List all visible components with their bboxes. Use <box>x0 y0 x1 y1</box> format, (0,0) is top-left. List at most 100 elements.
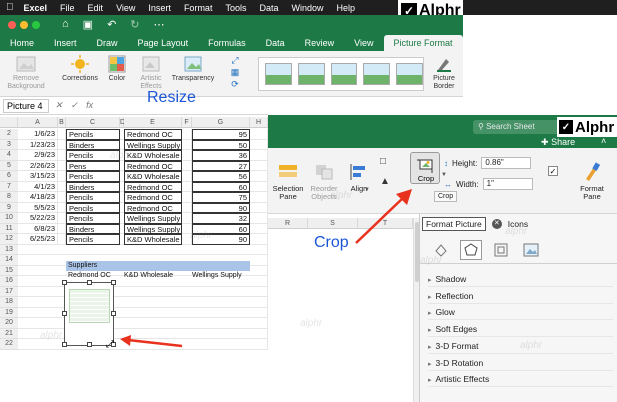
cell-h[interactable] <box>250 139 268 150</box>
cell-supplier[interactable]: Wellings Supply <box>124 139 182 150</box>
tab-formulas[interactable]: Formulas <box>198 38 256 51</box>
cell-item[interactable]: Pencils <box>66 192 120 203</box>
picture-style-2[interactable] <box>297 63 325 85</box>
row-number[interactable]: 2 <box>0 129 18 140</box>
cell-supplier[interactable]: Redmond OC <box>124 192 182 203</box>
cell-h[interactable] <box>250 192 268 203</box>
row-number[interactable]: 18 <box>0 297 18 308</box>
remove-background-button[interactable]: Remove Background <box>4 51 48 91</box>
tab-insert[interactable]: Insert <box>44 38 87 51</box>
cell-date[interactable]: 3/15/23 <box>18 171 58 182</box>
pane-section-shadow[interactable]: ▸ Shadow <box>428 271 613 287</box>
empty-row-cells[interactable] <box>18 318 268 329</box>
tab-home[interactable]: Home <box>0 38 44 51</box>
cell-date[interactable]: 4/1/23 <box>18 181 58 192</box>
cell-supplier[interactable]: Redmond OC <box>124 181 182 192</box>
cell-qty[interactable]: 60 <box>192 181 250 192</box>
cell-h[interactable] <box>250 181 268 192</box>
resize-handle-bottom-left[interactable] <box>62 342 67 347</box>
menu-insert[interactable]: Insert <box>148 3 171 13</box>
row-number[interactable]: 20 <box>0 318 18 329</box>
cell-f[interactable] <box>182 150 192 161</box>
cell-item[interactable]: Binders <box>66 139 120 150</box>
cell-b[interactable] <box>58 160 66 171</box>
tab-review[interactable]: Review <box>295 38 345 51</box>
format-pane-button[interactable]: Format Pane <box>572 162 612 201</box>
cell-f[interactable] <box>182 171 192 182</box>
tab-picture-format[interactable]: Picture Format <box>383 35 463 51</box>
cell-qty[interactable]: 27 <box>192 160 250 171</box>
cell-qty[interactable]: 56 <box>192 171 250 182</box>
cell-b[interactable] <box>58 234 66 245</box>
col-header-e[interactable]: E <box>124 117 182 128</box>
row-number[interactable]: 6 <box>0 171 18 182</box>
cell-qty[interactable]: 95 <box>192 129 250 140</box>
cell-b[interactable] <box>58 213 66 224</box>
col-header-f[interactable]: F <box>182 117 192 128</box>
picture-styles-gallery[interactable] <box>258 57 424 91</box>
cell-h[interactable] <box>250 213 268 224</box>
corrections-button[interactable]: Corrections <box>58 51 102 83</box>
col-header-c[interactable]: C <box>66 117 120 128</box>
minimize-window-button[interactable] <box>20 20 28 29</box>
cell-h[interactable] <box>250 150 268 161</box>
selection-pane-button[interactable]: Selection Pane <box>270 162 306 201</box>
left-spreadsheet-grid[interactable]: A B C D E F G H 2 1/6/23 Pencils Redmond OC… <box>0 117 268 402</box>
pane-section-artistic-effects[interactable]: ▸ Artistic Effects <box>428 371 613 388</box>
height-input[interactable]: 0.86" <box>481 157 532 169</box>
cell-supplier[interactable]: Redmond OC <box>124 160 182 171</box>
change-picture-icon[interactable]: ▦ <box>231 66 240 78</box>
cell-date[interactable]: 5/5/23 <box>18 202 58 213</box>
confirm-icon[interactable]: ✓ <box>71 100 79 111</box>
cell-h[interactable] <box>250 234 268 245</box>
row-number[interactable]: 8 <box>0 192 18 203</box>
cell-date[interactable]: 2/26/23 <box>18 160 58 171</box>
compress-icon[interactable]: ⤢ <box>231 54 238 66</box>
cell-qty[interactable]: 32 <box>192 213 250 224</box>
cell-item[interactable]: Pencils <box>66 171 120 182</box>
share-button[interactable]: ✚ Share <box>541 137 575 148</box>
picture-border-button[interactable]: Picture Border <box>428 51 460 91</box>
row-number[interactable]: 4 <box>0 150 18 161</box>
cell-item[interactable]: Pencils <box>66 129 120 140</box>
more-icon[interactable]: ⋯ <box>154 18 165 31</box>
cell-qty[interactable]: 90 <box>192 202 250 213</box>
menu-excel[interactable]: Excel <box>24 3 48 13</box>
ribbon-collapse-icon[interactable]: ˄ <box>601 136 606 146</box>
cell-f[interactable] <box>182 139 192 150</box>
menu-tools[interactable]: Tools <box>225 3 246 13</box>
row-number[interactable]: 13 <box>0 244 18 255</box>
undo-icon[interactable]: ↶ <box>107 18 116 31</box>
cell-supplier[interactable]: Redmond OC <box>124 129 182 140</box>
tab-format-picture[interactable]: Format Picture <box>422 217 486 231</box>
picture-style-4[interactable] <box>363 63 391 85</box>
cell-b[interactable] <box>58 139 66 150</box>
pane-section-reflection[interactable]: ▸ Reflection <box>428 288 613 304</box>
cell-item[interactable]: Binders <box>66 181 120 192</box>
save-icon[interactable]: ▣ <box>83 18 93 31</box>
menu-edit[interactable]: Edit <box>88 3 104 13</box>
tab-page-layout[interactable]: Page Layout <box>128 38 199 51</box>
col-header-r[interactable]: R <box>268 218 308 229</box>
row-number[interactable]: 11 <box>0 223 18 234</box>
reset-picture-icon[interactable]: ⟳ <box>231 78 239 90</box>
empty-row-cells[interactable] <box>18 297 268 308</box>
cell-f[interactable] <box>182 192 192 203</box>
cell-b[interactable] <box>58 150 66 161</box>
transparency-button[interactable]: Transparency <box>170 51 216 83</box>
lock-aspect-checkbox[interactable]: ✓ <box>548 166 558 176</box>
resize-handle-bottom[interactable] <box>87 342 92 347</box>
row-number[interactable]: 9 <box>0 202 18 213</box>
cell-supplier[interactable]: K&D Wholesale <box>124 171 182 182</box>
cell-qty[interactable]: 50 <box>192 139 250 150</box>
cell-item[interactable]: Binders <box>66 223 120 234</box>
cell-item[interactable]: Pencils <box>66 213 120 224</box>
cell-supplier[interactable]: K&D Wholesale <box>124 150 182 161</box>
cell-item[interactable]: Pens <box>66 160 120 171</box>
cell-b[interactable] <box>58 171 66 182</box>
row-number[interactable]: 19 <box>0 307 18 318</box>
cell-f[interactable] <box>182 160 192 171</box>
menu-data[interactable]: Data <box>259 3 278 13</box>
row-number[interactable]: 15 <box>0 265 18 276</box>
empty-row-cells[interactable] <box>18 307 268 318</box>
